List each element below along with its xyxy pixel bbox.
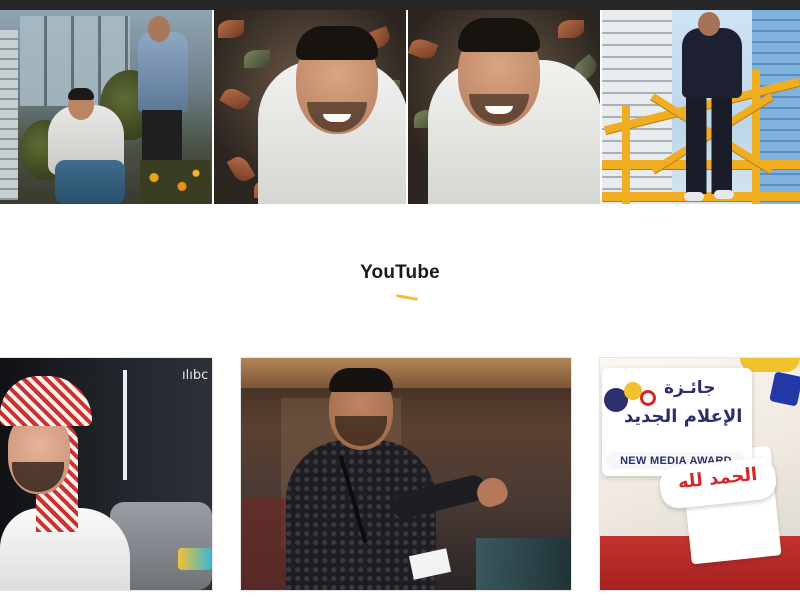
photo-leaf bbox=[226, 153, 256, 185]
photo-leaf bbox=[219, 84, 251, 114]
gallery-photo-4[interactable] bbox=[600, 10, 800, 204]
photo-gallery bbox=[0, 10, 800, 204]
photo-leaf bbox=[218, 20, 244, 38]
stage-ceiling bbox=[241, 358, 571, 388]
photo-leaf bbox=[244, 50, 270, 68]
photo-person-legs bbox=[686, 94, 732, 194]
photo-person-shoe bbox=[714, 190, 734, 199]
photo-person-hair bbox=[458, 18, 540, 52]
photo-person-jacket bbox=[138, 32, 188, 112]
photo-leaf bbox=[408, 36, 439, 62]
photo-leaf bbox=[558, 20, 584, 38]
photo-yellow-beam bbox=[752, 70, 760, 204]
caption-sticker-text: الحمد لله bbox=[676, 463, 759, 494]
award-logo-icon bbox=[640, 390, 656, 406]
photo-flowers bbox=[140, 160, 210, 204]
section-title-underline bbox=[395, 294, 419, 301]
studio-light bbox=[123, 370, 127, 480]
channel-logo: ılıbc bbox=[182, 368, 209, 383]
gallery-photo-1[interactable] bbox=[0, 10, 212, 204]
top-bar bbox=[0, 0, 800, 10]
video-card-1[interactable]: ılıbc bbox=[0, 358, 212, 590]
photo-person-jeans bbox=[55, 160, 125, 204]
photo-person-sweater bbox=[682, 28, 742, 98]
photo-person-hair bbox=[296, 26, 378, 60]
video-card-2[interactable] bbox=[241, 358, 571, 590]
decor-shape bbox=[769, 371, 800, 407]
photo-building bbox=[602, 10, 672, 204]
photo-person-head bbox=[698, 12, 720, 36]
section-title: YouTube bbox=[360, 262, 440, 283]
photo-person-hair bbox=[68, 88, 94, 100]
photo-person-head bbox=[148, 16, 170, 42]
award-title-line1: جائـزة bbox=[664, 378, 716, 398]
award-title-line2: الإعلام الجديد bbox=[624, 406, 743, 427]
photo-person-shoe bbox=[684, 192, 704, 201]
show-badge bbox=[178, 548, 212, 570]
speaker-hair bbox=[329, 368, 393, 392]
stage-shelf bbox=[476, 538, 571, 590]
photo-background-building bbox=[0, 30, 18, 200]
gallery-photo-3[interactable] bbox=[406, 10, 600, 204]
video-card-3[interactable]: جائـزة الإعلام الجديد NEW MEDIA AWARD ال… bbox=[600, 358, 800, 590]
photo-yellow-beam bbox=[622, 106, 630, 204]
gallery-photo-2[interactable] bbox=[212, 10, 406, 204]
